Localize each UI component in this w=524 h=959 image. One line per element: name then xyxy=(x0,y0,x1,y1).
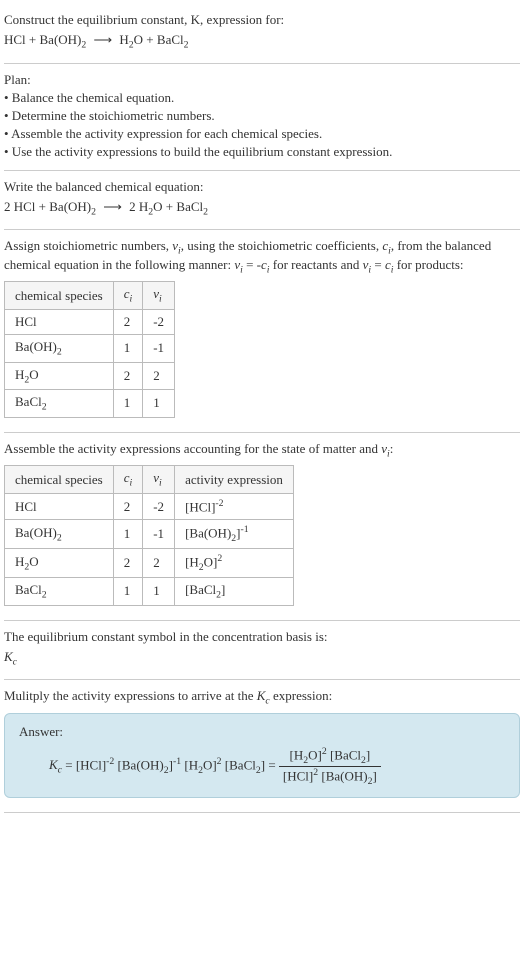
activity-intro: Assemble the activity expressions accoun… xyxy=(4,441,520,460)
col-species: chemical species xyxy=(5,282,114,310)
activity-section: Assemble the activity expressions accoun… xyxy=(4,433,520,621)
prompt-text-content: Construct the equilibrium constant, K, e… xyxy=(4,12,284,27)
col-species: chemical species xyxy=(5,466,114,494)
plan-item: • Use the activity expressions to build … xyxy=(4,144,520,160)
stoich-table: chemical species ci νi HCl2-2 Ba(OH)21-1… xyxy=(4,281,175,417)
plan-section: Plan: • Balance the chemical equation. •… xyxy=(4,64,520,171)
table-row: BaCl211[BaCl2] xyxy=(5,578,294,606)
table-row: HCl2-2 xyxy=(5,309,175,334)
col-ci: ci xyxy=(113,282,143,310)
multiply-section: Mulitply the activity expressions to arr… xyxy=(4,680,520,812)
table-row: Ba(OH)21-1 xyxy=(5,334,175,362)
symbol-value: Kc xyxy=(4,649,520,668)
multiply-text: Mulitply the activity expressions to arr… xyxy=(4,688,520,707)
table-row: H2O22 xyxy=(5,362,175,390)
activity-table: chemical species ci νi activity expressi… xyxy=(4,465,294,605)
table-header-row: chemical species ci νi xyxy=(5,282,175,310)
plan-item: • Determine the stoichiometric numbers. xyxy=(4,108,520,124)
table-header-row: chemical species ci νi activity expressi… xyxy=(5,466,294,494)
fraction: [H2O]2 [BaCl2] [HCl]2 [Ba(OH)2] xyxy=(279,746,381,787)
table-row: H2O22[H2O]2 xyxy=(5,549,294,578)
balanced-section: Write the balanced chemical equation: 2 … xyxy=(4,171,520,231)
symbol-section: The equilibrium constant symbol in the c… xyxy=(4,621,520,681)
answer-label: Answer: xyxy=(19,724,505,740)
prompt-text: Construct the equilibrium constant, K, e… xyxy=(4,12,520,28)
symbol-text: The equilibrium constant symbol in the c… xyxy=(4,629,520,645)
table-row: HCl2-2[HCl]-2 xyxy=(5,493,294,519)
fraction-denominator: [HCl]2 [Ba(OH)2] xyxy=(279,767,381,787)
col-expr: activity expression xyxy=(175,466,294,494)
balanced-equation: 2 HCl + Ba(OH)2 ⟶ 2 H2O + BaCl2 xyxy=(4,199,520,218)
answer-box: Answer: Kc = [HCl]-2 [Ba(OH)2]-1 [H2O]2 … xyxy=(4,713,520,798)
fraction-numerator: [H2O]2 [BaCl2] xyxy=(279,746,381,767)
col-ci: ci xyxy=(113,466,143,494)
table-row: BaCl211 xyxy=(5,390,175,418)
unbalanced-equation: HCl + Ba(OH)2 ⟶ H2O + BaCl2 xyxy=(4,32,520,51)
plan-item: • Assemble the activity expression for e… xyxy=(4,126,520,142)
table-row: Ba(OH)21-1[Ba(OH)2]-1 xyxy=(5,520,294,549)
answer-expression: Kc = [HCl]-2 [Ba(OH)2]-1 [H2O]2 [BaCl2] … xyxy=(49,746,505,787)
col-vi: νi xyxy=(143,282,175,310)
plan-item: • Balance the chemical equation. xyxy=(4,90,520,106)
header-section: Construct the equilibrium constant, K, e… xyxy=(4,4,520,64)
balanced-title: Write the balanced chemical equation: xyxy=(4,179,520,195)
col-vi: νi xyxy=(143,466,175,494)
plan-title: Plan: xyxy=(4,72,520,88)
stoich-intro: Assign stoichiometric numbers, νi, using… xyxy=(4,238,520,275)
stoich-section: Assign stoichiometric numbers, νi, using… xyxy=(4,230,520,433)
